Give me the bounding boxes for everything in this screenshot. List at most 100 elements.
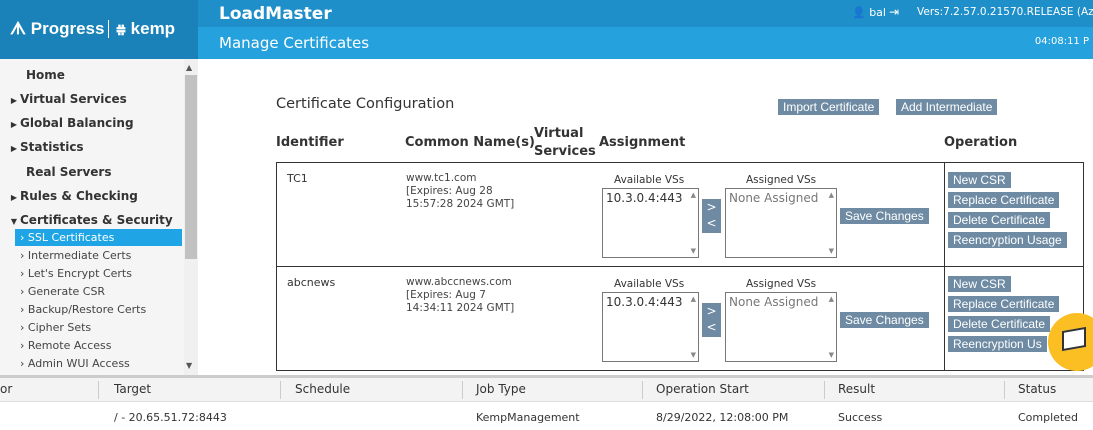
move-left-button[interactable]: <	[702, 215, 721, 231]
move-vs-buttons[interactable]: > <	[702, 303, 721, 337]
scroll-down-icon[interactable]: ▼	[691, 247, 696, 255]
move-left-button[interactable]: <	[702, 319, 721, 335]
scroll-up-icon[interactable]: ▲	[829, 191, 834, 199]
move-right-button[interactable]: >	[702, 303, 721, 319]
column-divider	[280, 381, 281, 399]
sidebar: Home ▶ Virtual Services ▶ Global Balancing…	[0, 59, 198, 375]
sidebar-sub-backup-restore[interactable]: › Backup/Restore Certs	[15, 301, 182, 318]
sidebar-sub-remote-access[interactable]: › Remote Access	[15, 337, 182, 354]
col-virtual: Virtual	[534, 126, 584, 141]
col-header-operation-start[interactable]: Operation Start	[656, 382, 749, 396]
sidebar-scrollbar[interactable]: ▲ ▼	[184, 59, 198, 375]
col-assignment: Assignment	[599, 135, 686, 150]
page-title-bar: Manage Certificates 04:08:11 P	[198, 27, 1093, 59]
new-csr-button[interactable]: New CSR	[948, 276, 1011, 292]
sidebar-item-home[interactable]: Home	[14, 68, 65, 82]
sidebar-sub-cipher-sets[interactable]: › Cipher Sets	[15, 319, 182, 336]
col-header-target[interactable]: Target	[114, 382, 151, 396]
cert-identifier: TC1	[287, 172, 308, 185]
scroll-down-icon[interactable]: ▼	[829, 351, 834, 359]
replace-certificate-button[interactable]: Replace Certificate	[948, 192, 1060, 208]
row-job-type: KempManagement	[476, 411, 580, 424]
available-vss-label: Available VSs	[614, 174, 685, 186]
caret-right-icon: ▶	[10, 120, 18, 129]
col-header-schedule[interactable]: Schedule	[295, 382, 350, 396]
caret-right-icon: ▶	[10, 144, 18, 153]
scroll-down-icon[interactable]: ▼	[186, 361, 192, 370]
logo-divider	[108, 20, 109, 38]
user-menu[interactable]: 👤 bal	[852, 6, 886, 19]
stack-icon	[1062, 326, 1086, 352]
row-divider	[277, 266, 1083, 267]
clock: 04:08:11 P	[1034, 36, 1089, 47]
scroll-up-icon[interactable]: ▲	[829, 295, 834, 303]
col-header-or[interactable]: or	[0, 382, 12, 396]
delete-certificate-button[interactable]: Delete Certificate	[948, 212, 1051, 228]
col-header-job-type[interactable]: Job Type	[476, 382, 526, 396]
assigned-vss-list[interactable]: None Assigned ▲ ▼	[725, 292, 837, 362]
section-title: Certificate Configuration	[276, 96, 455, 112]
assigned-vss-label: Assigned VSs	[746, 278, 817, 290]
save-changes-button[interactable]: Save Changes	[840, 312, 929, 328]
sidebar-sub-generate-csr[interactable]: › Generate CSR	[15, 283, 182, 300]
caret-right-icon: ▶	[10, 193, 18, 202]
available-vss-label: Available VSs	[614, 278, 685, 290]
cert-common-name: www.abccnews.com [Expires: Aug 7 14:34:1…	[406, 276, 515, 314]
top-header: ᗑ Progress ⩷ kemp LoadMaster 👤 bal ⇥ Ver…	[0, 0, 1093, 59]
add-intermediate-button[interactable]: Add Intermediate	[896, 99, 998, 115]
column-divider	[1004, 381, 1005, 399]
sidebar-sub-admin-wui-access[interactable]: › Admin WUI Access	[15, 355, 182, 372]
row-status: Completed	[1018, 411, 1078, 424]
sidebar-sub-lets-encrypt[interactable]: › Let's Encrypt Certs	[15, 265, 182, 282]
replace-certificate-button[interactable]: Replace Certificate	[948, 296, 1060, 312]
scroll-up-icon[interactable]: ▲	[691, 191, 696, 199]
sidebar-item-virtual-services[interactable]: ▶ Virtual Services	[8, 92, 127, 106]
logout-icon[interactable]: ⇥	[889, 5, 899, 19]
column-divider	[98, 381, 99, 399]
sidebar-item-certificates-security[interactable]: ▼ Certificates & Security	[8, 213, 173, 227]
assigned-vss-label: Assigned VSs	[746, 174, 817, 186]
scroll-thumb[interactable]	[185, 75, 197, 259]
sidebar-item-global-balancing[interactable]: ▶ Global Balancing	[8, 116, 134, 130]
delete-certificate-button[interactable]: Delete Certificate	[948, 316, 1051, 332]
progress-logo: ᗑ Progress	[10, 19, 105, 38]
col-identifier: Identifier	[276, 135, 344, 150]
caret-down-icon: ▼	[10, 217, 18, 226]
row-target: / - 20.65.51.72:8443	[114, 411, 227, 424]
import-certificate-button[interactable]: Import Certificate	[778, 99, 880, 115]
cert-common-name: www.tc1.com [Expires: Aug 28 15:57:28 20…	[406, 172, 515, 210]
page-title: Manage Certificates	[219, 34, 370, 52]
col-header-result[interactable]: Result	[838, 382, 875, 396]
reencryption-usage-button[interactable]: Reencryption Us	[948, 336, 1047, 352]
scroll-up-icon[interactable]: ▲	[691, 295, 696, 303]
caret-right-icon: ▶	[10, 96, 18, 105]
sidebar-sub-ssl-certificates[interactable]: › SSL Certificates	[15, 229, 182, 246]
move-right-button[interactable]: >	[702, 199, 721, 215]
job-table-header: or Target Schedule Job Type Operation St…	[0, 378, 1093, 402]
sidebar-item-rules-checking[interactable]: ▶ Rules & Checking	[8, 189, 138, 203]
certificate-table: TC1 www.tc1.com [Expires: Aug 28 15:57:2…	[276, 162, 1084, 371]
scroll-down-icon[interactable]: ▼	[829, 247, 834, 255]
assigned-vss-list[interactable]: None Assigned ▲ ▼	[725, 188, 837, 258]
logo-area: ᗑ Progress ⩷ kemp	[0, 0, 198, 59]
job-history-panel: or Target Schedule Job Type Operation St…	[0, 375, 1093, 430]
scroll-up-icon[interactable]: ▲	[186, 63, 192, 72]
reencryption-usage-button[interactable]: Reencryption Usage	[948, 232, 1067, 248]
available-vss-list[interactable]: 10.3.0.4:443 ▲ ▼	[602, 292, 699, 362]
save-changes-button[interactable]: Save Changes	[840, 208, 929, 224]
col-header-status[interactable]: Status	[1018, 382, 1056, 396]
new-csr-button[interactable]: New CSR	[948, 172, 1011, 188]
row-result: Success	[838, 411, 883, 424]
sidebar-item-statistics[interactable]: ▶ Statistics	[8, 140, 84, 154]
col-common-names: Common Name(s)	[405, 135, 535, 150]
sidebar-sub-intermediate-certs[interactable]: › Intermediate Certs	[15, 247, 182, 264]
sidebar-item-real-servers[interactable]: Real Servers	[14, 165, 112, 179]
available-vss-list[interactable]: 10.3.0.4:443 ▲ ▼	[602, 188, 699, 258]
column-divider	[824, 381, 825, 399]
version-label: Vers:7.2.57.0.21570.RELEASE (Azu	[917, 6, 1093, 18]
row-operation-start: 8/29/2022, 12:08:00 PM	[656, 411, 789, 424]
column-divider	[944, 163, 945, 370]
scroll-down-icon[interactable]: ▼	[691, 351, 696, 359]
app-title: LoadMaster	[219, 4, 332, 24]
move-vs-buttons[interactable]: > <	[702, 199, 721, 233]
